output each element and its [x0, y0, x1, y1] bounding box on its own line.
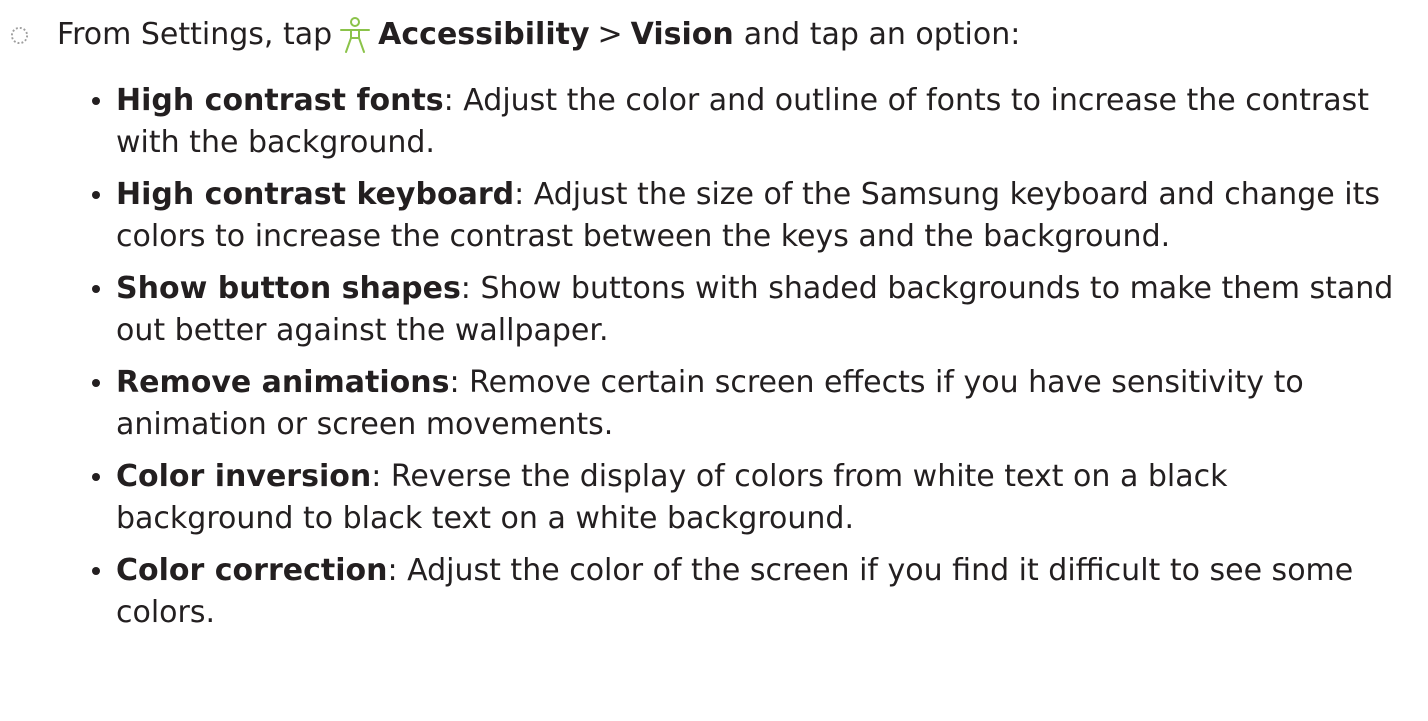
option-color-correction: Color correction: Adjust the color of th…: [92, 550, 1412, 634]
accessibility-icon: [340, 17, 371, 53]
instruction-step: From Settings, tap Accessibility > Visio…: [10, 14, 1020, 56]
option-term: Show button shapes: [116, 271, 461, 306]
step-suffix: and tap an option:: [743, 17, 1021, 52]
option-term: Color inversion: [116, 459, 372, 494]
option-high-contrast-fonts: High contrast fonts: Adjust the color an…: [92, 80, 1412, 164]
option-show-button-shapes: Show button shapes: Show buttons with sh…: [92, 268, 1412, 352]
menu-accessibility: Accessibility: [378, 17, 590, 52]
option-term: High contrast keyboard: [116, 177, 515, 212]
vision-options-list: High contrast fonts: Adjust the color an…: [92, 80, 1412, 644]
step-circle-icon: [10, 26, 29, 44]
instruction-page: From Settings, tap Accessibility > Visio…: [0, 0, 1428, 721]
option-term: High contrast fonts: [116, 83, 444, 118]
option-term: Remove animations: [116, 365, 450, 400]
option-high-contrast-keyboard: High contrast keyboard: Adjust the size …: [92, 174, 1412, 258]
option-term: Color correction: [116, 553, 388, 588]
option-remove-animations: Remove animations: Remove certain screen…: [92, 362, 1412, 446]
menu-vision: Vision: [630, 17, 734, 52]
path-separator: >: [597, 17, 623, 52]
step-prefix: From Settings, tap: [57, 17, 333, 52]
option-color-inversion: Color inversion: Reverse the display of …: [92, 456, 1412, 540]
